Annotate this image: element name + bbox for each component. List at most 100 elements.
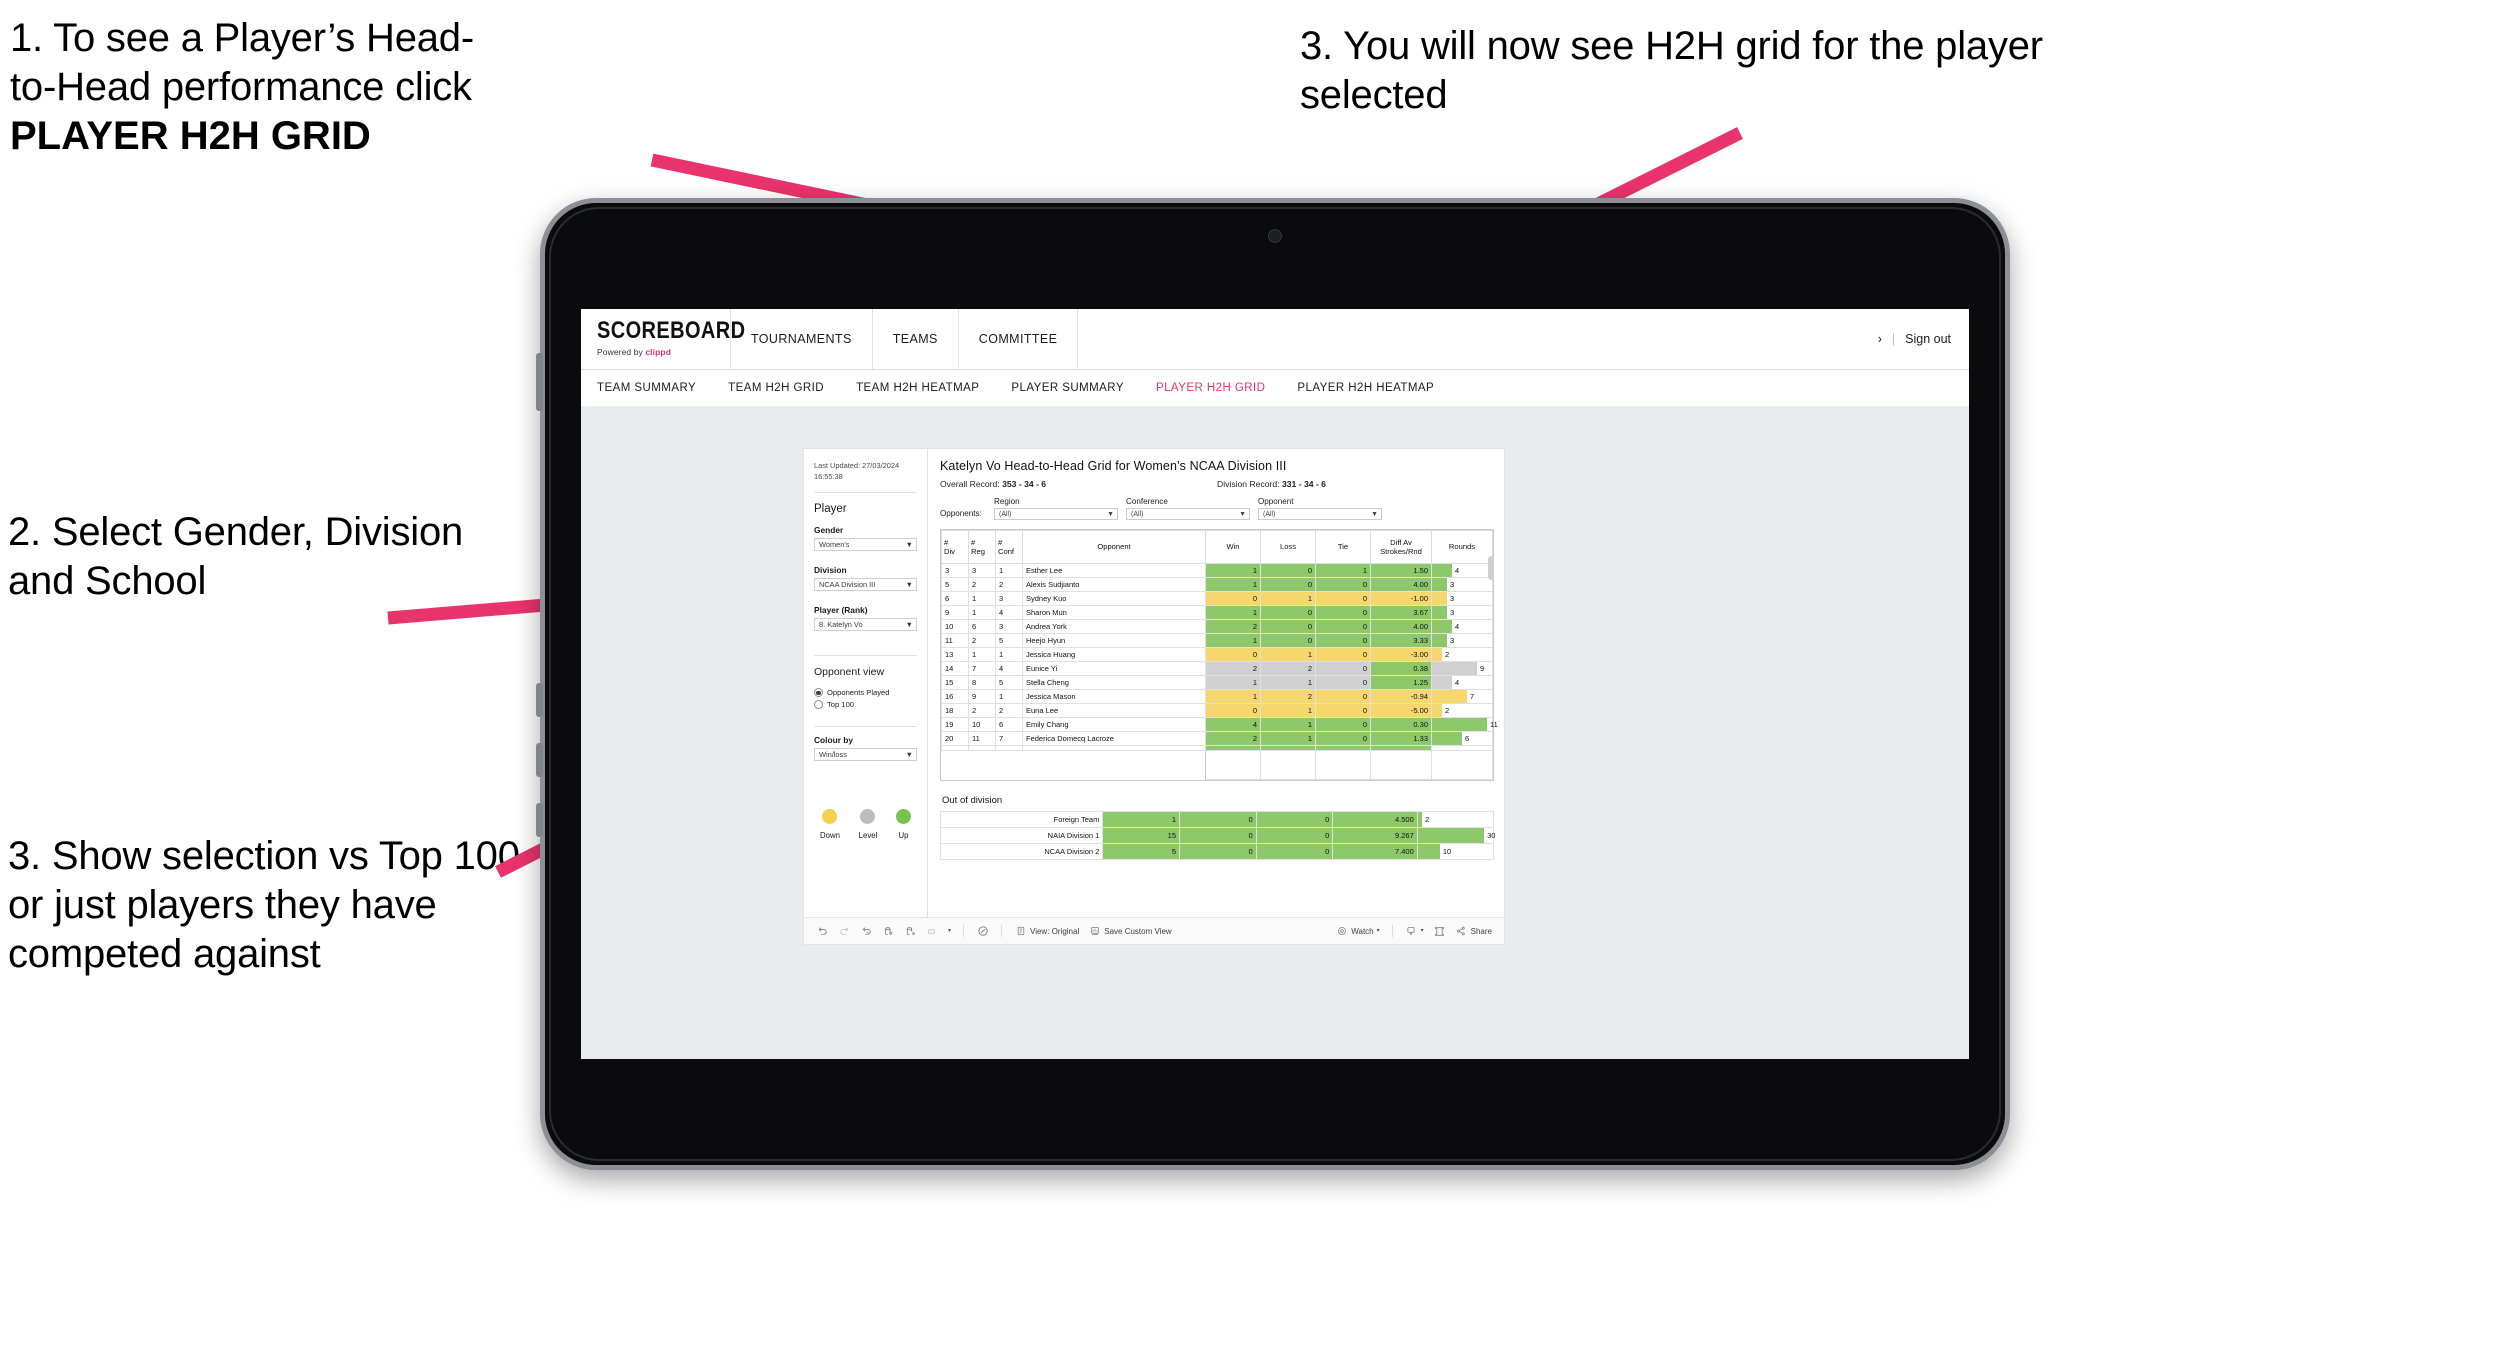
- device-layout-icon[interactable]: [926, 925, 939, 938]
- rounds-value: 9: [1480, 664, 1485, 673]
- save-custom-view-button[interactable]: Save Custom View: [1088, 925, 1172, 938]
- subnav-item-team-summary[interactable]: TEAM SUMMARY: [597, 382, 712, 394]
- subnav-item-team-h2h-heatmap[interactable]: TEAM H2H HEATMAP: [840, 382, 995, 394]
- cell-tie: 0: [1315, 675, 1371, 690]
- cell-loss: 0: [1260, 577, 1316, 592]
- cell-loss: 1: [1260, 717, 1316, 732]
- colour-by-select[interactable]: Win/loss ▼: [814, 748, 917, 762]
- cell-reg: 6: [968, 619, 996, 634]
- division-select[interactable]: NCAA Division III ▼: [814, 578, 917, 592]
- table-row[interactable]: 20 11 7 Federica Domecq Lacroze 2 1 0 1.33 6: [941, 731, 1493, 746]
- cell-diff: 4.00: [1370, 577, 1432, 592]
- table-row[interactable]: 9 1 4 Sharon Mun 1 0 0 3.67 3: [941, 605, 1493, 620]
- view-original-icon: [1014, 925, 1027, 938]
- table-row[interactable]: NCAA Division 2 5 0 0 7.400 10: [939, 843, 1495, 860]
- table-row[interactable]: 18 2 2 Euna Lee 0 1 0 -5.00 2: [941, 703, 1493, 718]
- cell-rounds: 4: [1431, 619, 1493, 634]
- topnav-item-teams[interactable]: TEAMS: [873, 309, 959, 369]
- col-reg-line2: Reg: [971, 547, 985, 556]
- share-button[interactable]: Share: [1455, 925, 1492, 938]
- revert-icon[interactable]: [860, 925, 873, 938]
- filter-opponent-select[interactable]: (All) ▼: [1258, 508, 1382, 520]
- chevron-down-icon[interactable]: ▾: [948, 928, 951, 934]
- table-row[interactable]: Foreign Team 1 0 0 4.500 2: [939, 811, 1495, 828]
- view-original-button[interactable]: View: Original: [1014, 925, 1079, 938]
- table-row[interactable]: 15 8 5 Stella Cheng 1 1 0 1.25 4: [941, 675, 1493, 690]
- topnav-item-tournaments[interactable]: TOURNAMENTS: [731, 309, 873, 369]
- cell-reg: 7: [968, 661, 996, 676]
- cell-opponent: Sydney Kuo: [1022, 591, 1206, 606]
- pause-data-icon[interactable]: [904, 925, 917, 938]
- tablet-volume-up-button[interactable]: [536, 683, 543, 717]
- table-row[interactable]: 6 1 3 Sydney Kuo 0 1 0 -1.00 3: [941, 591, 1493, 606]
- colour-by-label: Colour by: [814, 735, 854, 746]
- cell-blank: [1315, 750, 1371, 780]
- radio-opponents-played[interactable]: Opponents Played: [814, 688, 917, 698]
- player-rank-value: 8. Katelyn Vo: [819, 620, 863, 630]
- subnav-item-player-h2h-grid[interactable]: PLAYER H2H GRID: [1140, 382, 1281, 394]
- table-row[interactable]: 16 9 1 Jessica Mason 1 2 0 -0.94 7: [941, 689, 1493, 704]
- tablet-extra-button[interactable]: [536, 803, 543, 837]
- cell-div: 14: [941, 661, 969, 676]
- gender-label: Gender: [814, 525, 844, 536]
- radio-top-100[interactable]: Top 100: [814, 700, 917, 710]
- table-row[interactable]: 19 10 6 Emily Chang 4 1 0 0.30 11: [941, 717, 1498, 732]
- cell-blank: [968, 750, 996, 780]
- table-row[interactable]: 10 6 3 Andrea York 2 0 0 4.00 4: [941, 619, 1493, 634]
- table-row[interactable]: 13 1 1 Jessica Huang 0 1 0 -3.00 2: [941, 647, 1493, 662]
- tablet-volume-down-button[interactable]: [536, 743, 543, 777]
- rounds-value: 4: [1454, 678, 1460, 687]
- table-row[interactable]: 3 3 1 Esther Lee 1 0 1 1.50 4: [941, 563, 1493, 578]
- h2h-grid-head: # Div # Reg # Conf Opponent Win Loss Tie Di…: [941, 530, 1493, 564]
- cell-div: 6: [941, 591, 969, 606]
- front-camera-icon: [1268, 229, 1282, 243]
- cell-tie: 0: [1315, 633, 1371, 648]
- fullscreen-icon[interactable]: [1433, 925, 1446, 938]
- topnav-item-committee[interactable]: COMMITTEE: [959, 309, 1079, 369]
- panel-divider-2: [814, 655, 917, 657]
- share-label: Share: [1470, 926, 1492, 936]
- refresh-data-icon[interactable]: [882, 925, 895, 938]
- watch-button[interactable]: Watch ▾: [1335, 925, 1380, 938]
- cell-rounds: 2: [1431, 647, 1493, 662]
- cell-reg: 2: [968, 577, 996, 592]
- grid-vertical-scrollbar[interactable]: [1488, 556, 1494, 580]
- save-custom-view-icon: [1088, 925, 1101, 938]
- cell-loss: 0: [1179, 811, 1257, 828]
- opponent-filters: Opponents: Region (All) ▼ Conference (Al…: [940, 497, 1494, 520]
- subnav-item-player-h2h-heatmap[interactable]: PLAYER H2H HEATMAP: [1281, 382, 1450, 394]
- chevron-down-icon: ▼: [905, 621, 913, 629]
- cell-win: 1: [1205, 563, 1261, 578]
- tablet-power-button[interactable]: [536, 353, 543, 411]
- chevron-right-icon[interactable]: ›: [1878, 332, 1882, 346]
- player-rank-select[interactable]: 8. Katelyn Vo ▼: [814, 618, 917, 632]
- app-logo[interactable]: SCOREBOARD Powered by clippd: [581, 309, 745, 369]
- radio-selected-icon: [814, 688, 823, 698]
- table-row[interactable]: NAIA Division 1 15 0 0 9.267 30: [939, 827, 1495, 844]
- undo-icon[interactable]: [816, 925, 829, 938]
- subnav-item-team-h2h-grid[interactable]: TEAM H2H GRID: [712, 382, 840, 394]
- cell-div: 3: [941, 563, 969, 578]
- sub-navigation-bar: TEAM SUMMARY TEAM H2H GRID TEAM H2H HEAT…: [581, 370, 1969, 407]
- rounds-value: 6: [1465, 734, 1470, 743]
- table-row[interactable]: 11 2 5 Heejo Hyun 1 0 0 3.33 3: [941, 633, 1493, 648]
- clear-sheet-icon[interactable]: [976, 925, 989, 938]
- filter-region-select[interactable]: (All) ▼: [994, 508, 1118, 520]
- cell-win: 1: [1102, 811, 1180, 828]
- filter-conference-value: (All): [1131, 510, 1144, 518]
- cell-conf: 2: [995, 577, 1023, 592]
- sign-out-link[interactable]: Sign out: [1905, 332, 1951, 346]
- app-logo-subtitle: Powered by clippd: [597, 347, 730, 357]
- cell-loss: 0: [1179, 827, 1257, 844]
- table-row[interactable]: 5 2 2 Alexis Sudjianto 1 0 0 4.00 3: [941, 577, 1493, 592]
- redo-icon[interactable]: [838, 925, 851, 938]
- download-button[interactable]: ▾: [1405, 925, 1424, 938]
- viz-main-area: Katelyn Vo Head-to-Head Grid for Women’s…: [928, 449, 1504, 917]
- filter-conference-select[interactable]: (All) ▼: [1126, 508, 1250, 520]
- share-icon: [1455, 925, 1468, 938]
- radio-top-100-label: Top 100: [827, 700, 855, 710]
- cell-blank: [1370, 750, 1432, 780]
- gender-select[interactable]: Women's ▼: [814, 538, 917, 552]
- table-row[interactable]: 14 7 4 Eunice Yi 2 2 0 0.38 9: [941, 661, 1493, 676]
- subnav-item-player-summary[interactable]: PLAYER SUMMARY: [995, 382, 1140, 394]
